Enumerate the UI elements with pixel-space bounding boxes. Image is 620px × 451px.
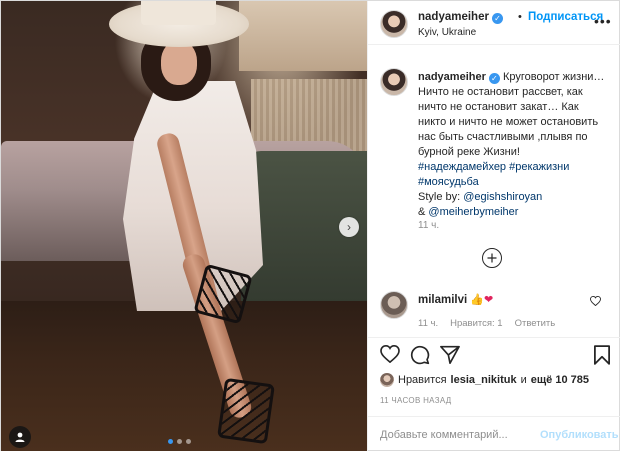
carousel-indicator — [168, 439, 191, 444]
liker-avatar[interactable] — [380, 373, 394, 387]
photo-floor — [1, 301, 367, 451]
photo-window — [239, 1, 367, 71]
caption-line: бурной реке Жизни! — [418, 146, 520, 158]
verified-badge-icon: ✓ — [491, 13, 503, 24]
ampersand: & — [418, 206, 429, 218]
caption-time: 11 ч. — [418, 220, 440, 231]
caption-line: ничто не остановит закат… Как — [418, 101, 579, 113]
photo-shoe — [217, 377, 275, 445]
caption-hashtags[interactable]: #надеждамейхер #рекажизни — [418, 160, 616, 175]
comment-likes[interactable]: Нравится: 1 — [450, 318, 502, 329]
comment-time: 11 ч. — [418, 318, 439, 329]
thumbs-up-emoji: 👍 — [470, 294, 484, 306]
chevron-right-icon: › — [347, 220, 351, 234]
caption-line: Ничто не остановит рассвет, как — [418, 86, 583, 98]
follow-separator: • — [518, 11, 522, 23]
photo-face — [161, 41, 197, 85]
caption-line: Круговорот жизни… — [502, 71, 605, 83]
add-comment-bar: Опубликовать — [368, 416, 620, 451]
stylist-mention[interactable]: @egishshiroyan — [463, 191, 542, 203]
carousel-dot — [186, 439, 191, 444]
author-username[interactable]: nadyameiher ✓ — [418, 11, 503, 24]
caption-line: нас быть счастливыми ,плывя по — [418, 131, 588, 143]
liker-username[interactable]: lesia_nikituk — [451, 374, 517, 386]
post-header: nadyameiher ✓ • Подписаться Kyiv, Ukraine… — [368, 1, 620, 45]
user-tag-icon — [15, 432, 25, 442]
author-avatar[interactable] — [380, 10, 408, 38]
heart-emoji: ❤ — [483, 294, 494, 306]
follow-button[interactable]: Подписаться — [528, 11, 603, 23]
carousel-next-button[interactable]: › — [339, 217, 359, 237]
paper-plane-icon[interactable] — [440, 345, 460, 364]
comment-input[interactable] — [380, 426, 530, 444]
comment-like-heart-icon[interactable] — [590, 296, 601, 306]
comment-meta: 11 ч. Нравится: 1 Ответить — [418, 318, 555, 329]
carousel-dot — [177, 439, 182, 444]
caption-username[interactable]: nadyameiher — [418, 71, 486, 83]
photo-hat-crown — [141, 1, 216, 25]
likes-summary: Нравится lesia_nikituk и ещё 10 785 — [380, 373, 589, 387]
caption-line: никто и ничто не может остановить — [418, 116, 599, 128]
comment-reply-button[interactable]: Ответить — [515, 318, 556, 329]
caption-hashtags[interactable]: #моясудьба — [418, 175, 616, 190]
verified-badge-icon: ✓ — [488, 73, 500, 84]
post-timestamp: 11 ЧАСОВ НАЗАД — [380, 396, 452, 405]
publish-comment-button[interactable]: Опубликовать — [540, 429, 619, 441]
likes-prefix: Нравится — [398, 374, 447, 386]
post-side-panel: nadyameiher ✓ • Подписаться Kyiv, Ukraine… — [367, 1, 620, 451]
bookmark-icon[interactable] — [594, 345, 610, 365]
post-photo[interactable]: › — [1, 1, 367, 451]
brand-mention[interactable]: @meiherbymeiher — [428, 206, 518, 218]
tagged-users-button[interactable] — [9, 426, 31, 448]
more-horizontal-icon[interactable]: ••• — [594, 13, 612, 29]
heart-icon[interactable] — [380, 345, 400, 363]
author-username-text[interactable]: nadyameiher — [418, 11, 489, 23]
comment: milamilvi 👍❤ — [418, 293, 493, 306]
carousel-dot — [168, 439, 173, 444]
load-more-comments-button[interactable] — [482, 248, 502, 268]
likes-count[interactable]: ещё 10 785 — [531, 374, 589, 386]
instagram-post: › nadyameiher ✓ • Подписаться Kyiv, Ukrai… — [0, 0, 620, 451]
caption-author-avatar[interactable] — [380, 68, 408, 96]
post-actions — [368, 339, 620, 373]
post-location[interactable]: Kyiv, Ukraine — [418, 27, 476, 38]
commenter-username[interactable]: milamilvi — [418, 294, 467, 306]
post-caption: nadyameiher ✓ Круговорот жизни… Ничто не … — [418, 70, 616, 220]
comments-section[interactable]: nadyameiher ✓ Круговорот жизни… Ничто не … — [368, 46, 620, 338]
plus-circle-icon — [487, 253, 497, 263]
comment-icon[interactable] — [410, 345, 430, 365]
style-by-label: Style by: — [418, 191, 464, 203]
commenter-avatar[interactable] — [380, 291, 408, 319]
likes-middle: и — [520, 374, 527, 386]
